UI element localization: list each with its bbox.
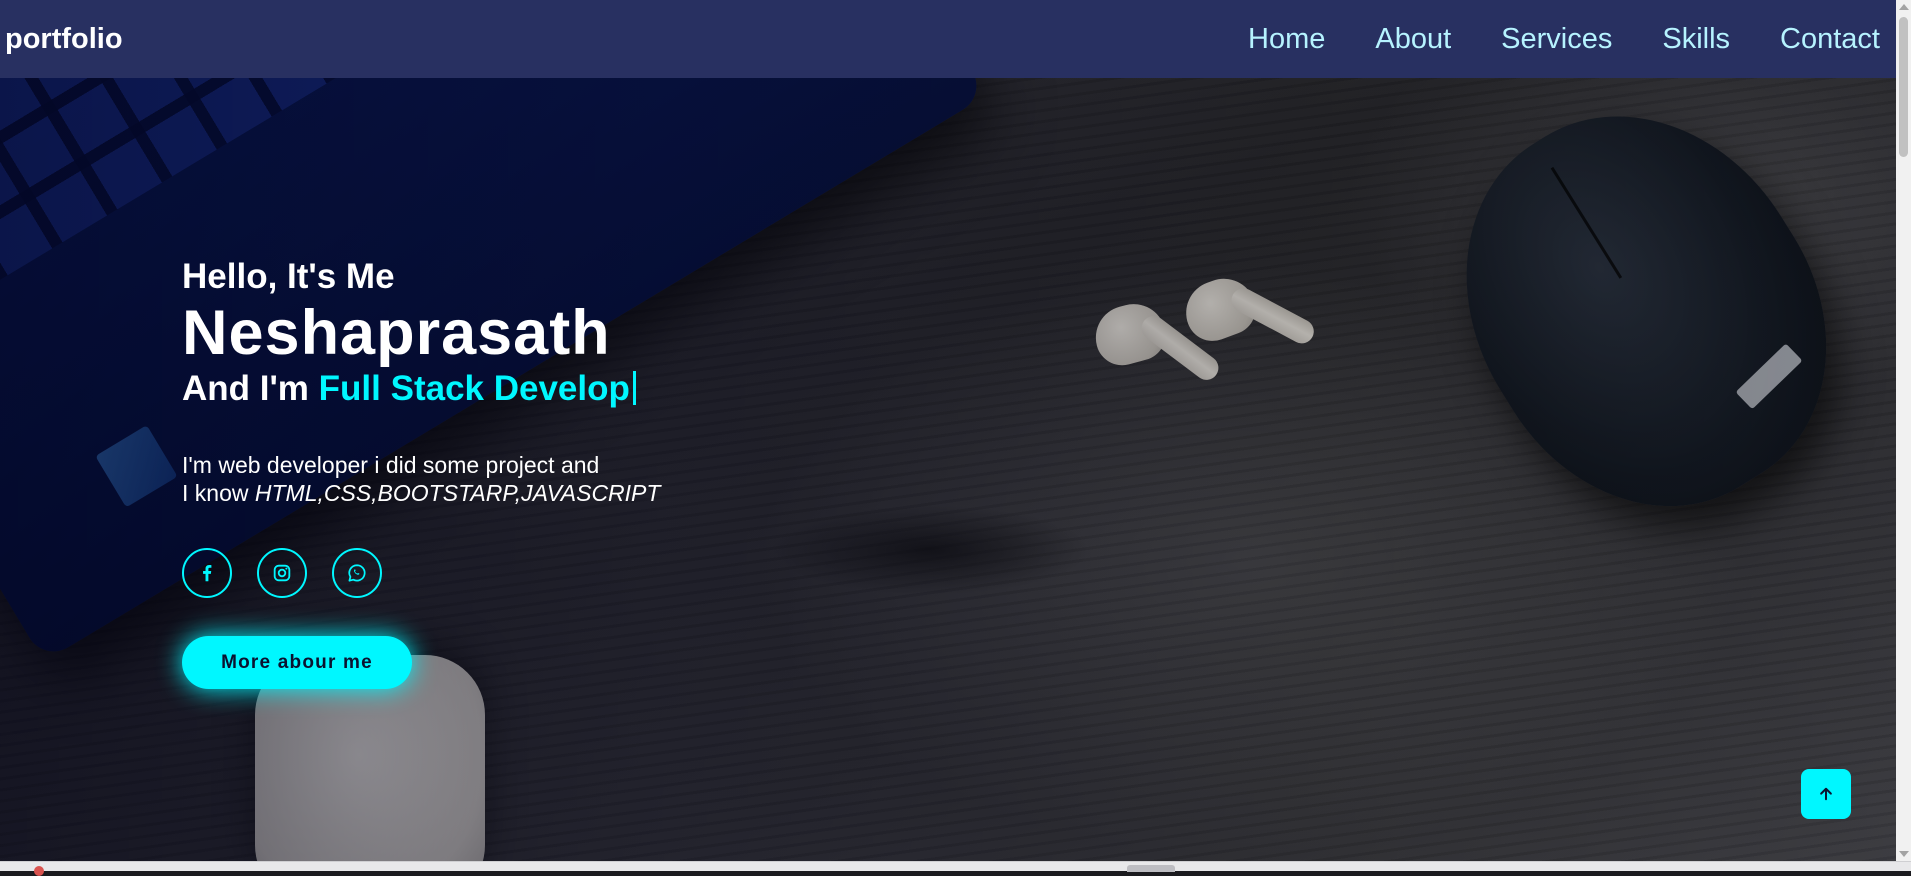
nav-link-services[interactable]: Services bbox=[1501, 23, 1612, 56]
whatsapp-icon bbox=[348, 564, 366, 582]
page-viewport: portfolio Home About Services Skills Con… bbox=[0, 0, 1896, 861]
nav-link-about[interactable]: About bbox=[1375, 23, 1451, 56]
navbar: portfolio Home About Services Skills Con… bbox=[0, 0, 1896, 78]
hero-name: Neshaprasath bbox=[182, 298, 611, 368]
nav-links: Home About Services Skills Contact bbox=[1248, 23, 1896, 56]
hero-role: And I'm Full Stack Develop bbox=[182, 367, 660, 411]
facebook-link[interactable] bbox=[182, 548, 232, 598]
back-to-top-button[interactable] bbox=[1801, 769, 1851, 819]
instagram-icon bbox=[273, 564, 291, 582]
vertical-scrollbar[interactable] bbox=[1896, 0, 1911, 861]
hero-section: Hello, It's Me Neshaprasath And I'm Full… bbox=[182, 255, 660, 689]
description-line-2: I know HTML,CSS,BOOTSTARP,JAVASCRIPT bbox=[182, 479, 660, 507]
taskbar-edge bbox=[0, 861, 1911, 876]
logo[interactable]: portfolio bbox=[0, 23, 123, 56]
taskbar-app-icon[interactable] bbox=[34, 866, 44, 876]
description-line-1: I'm web developer i did some project and bbox=[182, 452, 600, 478]
nav-link-skills[interactable]: Skills bbox=[1662, 23, 1730, 56]
role-prefix: And I'm bbox=[182, 369, 309, 408]
scroll-thumb[interactable] bbox=[1899, 17, 1908, 157]
facebook-icon bbox=[203, 565, 212, 582]
hero-greeting: Hello, It's Me bbox=[182, 257, 395, 296]
scroll-up-arrow-icon[interactable] bbox=[1899, 4, 1909, 10]
more-about-me-button[interactable]: More abour me bbox=[182, 636, 412, 689]
social-links bbox=[182, 548, 660, 598]
hero-description: I'm web developer i did some project and… bbox=[182, 451, 660, 507]
nav-link-home[interactable]: Home bbox=[1248, 23, 1325, 56]
instagram-link[interactable] bbox=[257, 548, 307, 598]
description-skills: HTML,CSS,BOOTSTARP,JAVASCRIPT bbox=[254, 480, 661, 506]
role-typed-text: Full Stack Develop bbox=[318, 369, 630, 408]
arrow-up-icon bbox=[1820, 787, 1832, 801]
whatsapp-link[interactable] bbox=[332, 548, 382, 598]
typing-caret bbox=[632, 371, 636, 405]
nav-link-contact[interactable]: Contact bbox=[1780, 23, 1880, 56]
description-prefix: I know bbox=[182, 480, 249, 506]
scroll-down-arrow-icon[interactable] bbox=[1899, 851, 1909, 857]
